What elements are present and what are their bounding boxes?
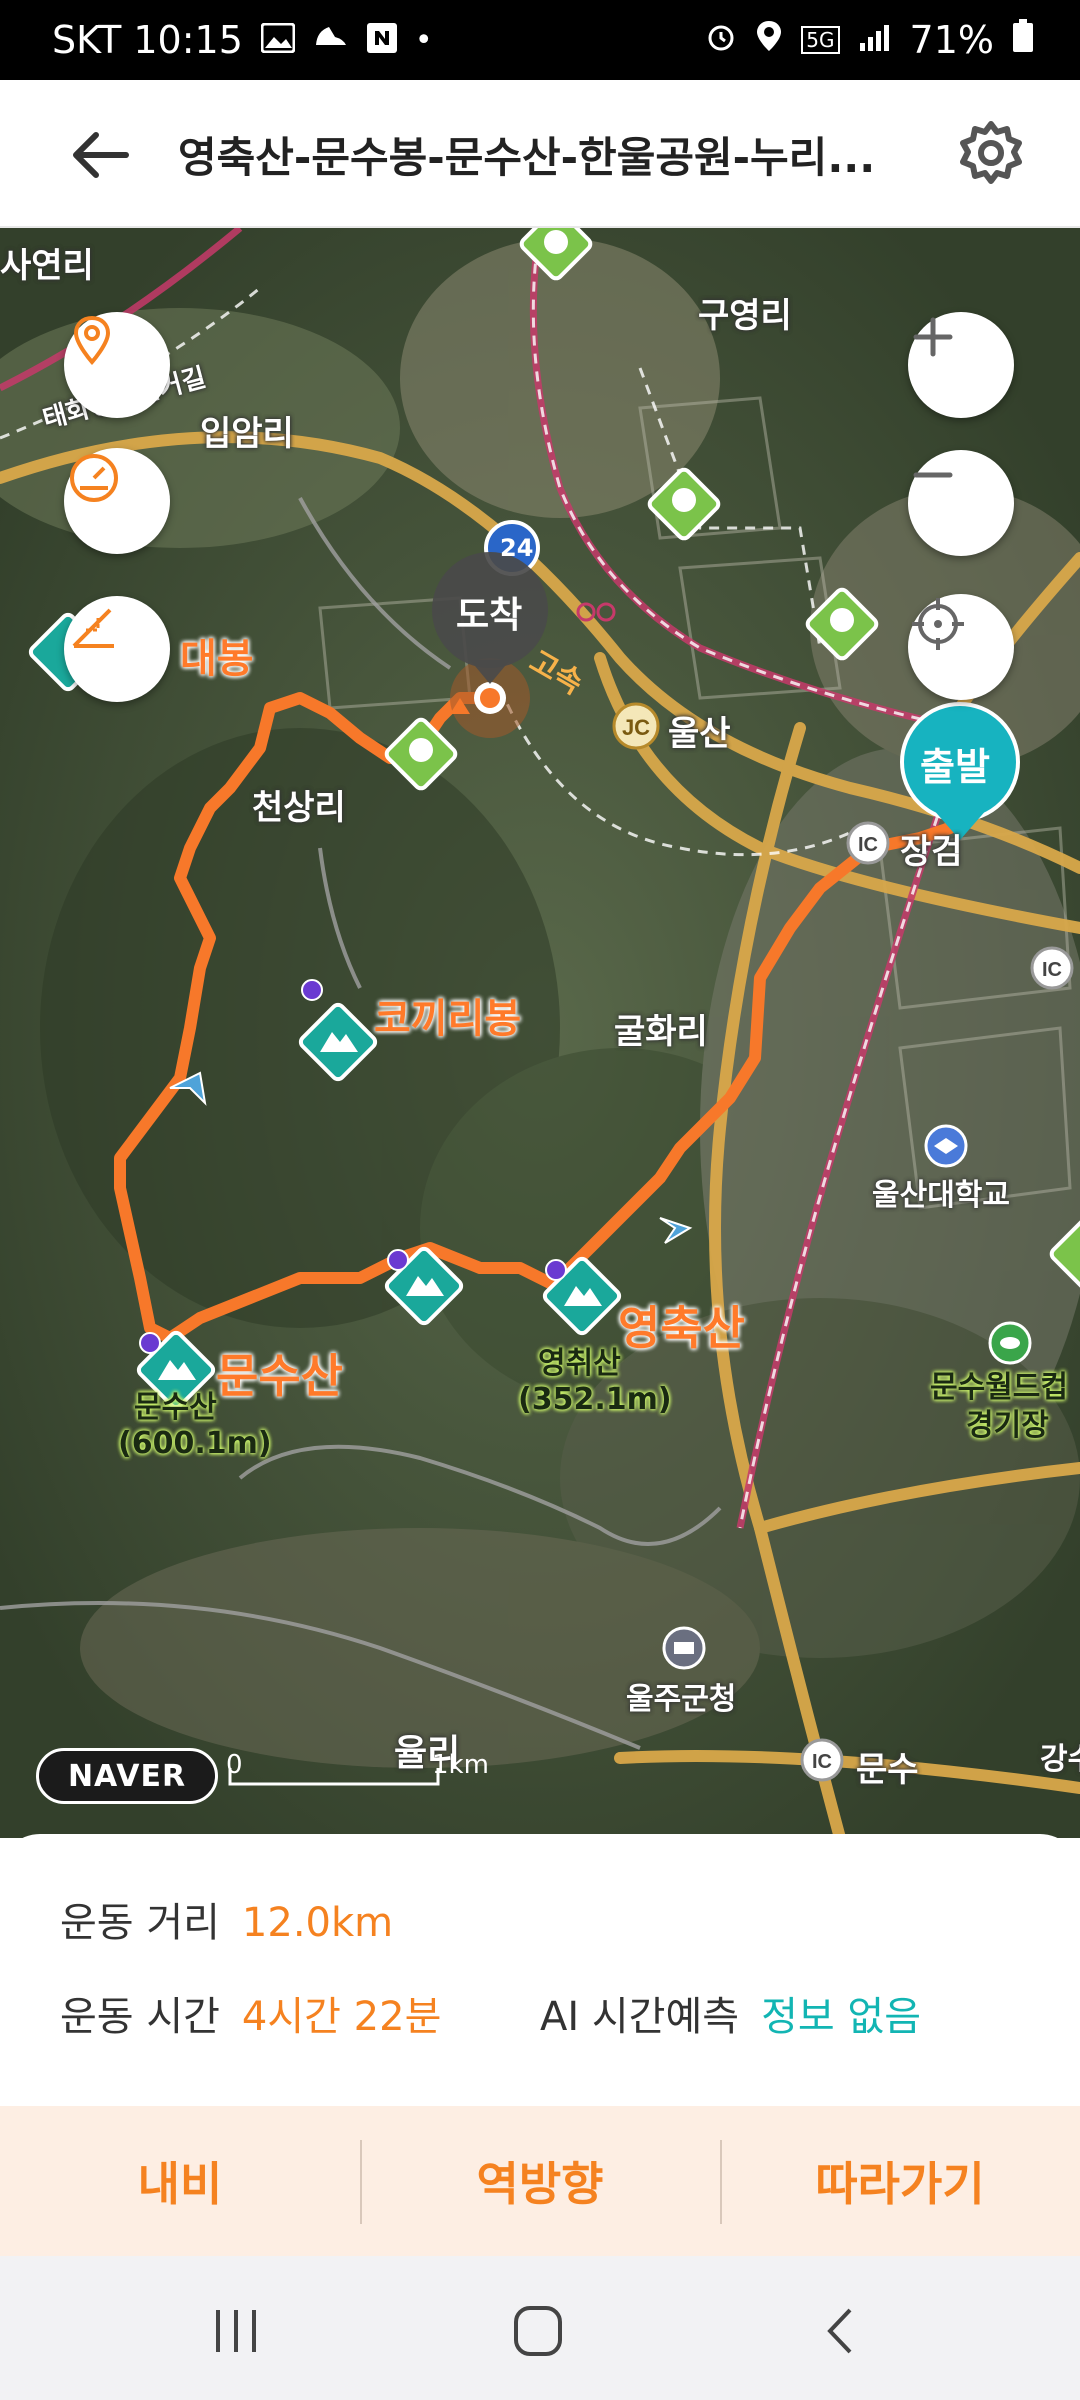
crosshair-icon (912, 598, 964, 650)
location-pin-button[interactable] (64, 312, 170, 418)
navi-button[interactable]: 내비 (0, 2106, 360, 2256)
peak-label: 문수산 (134, 1390, 217, 1425)
place-label: 경기장 (966, 1408, 1049, 1443)
naver-attribution: NAVER (36, 1748, 218, 1804)
back-arrow-icon (73, 132, 129, 178)
government-office-icon (662, 1626, 706, 1670)
place-label: 굴화리 (614, 1012, 708, 1052)
ai-prediction-row: AI 시간예측 정보 없음 (540, 1984, 921, 2042)
recent-apps-button[interactable] (206, 2306, 266, 2360)
highway-number: 24 (500, 534, 534, 562)
alarm-icon (705, 18, 737, 62)
naver-n-icon (366, 18, 397, 62)
speedometer-icon (70, 454, 118, 502)
action-bar: 내비 역방향 따라가기 (0, 2106, 1080, 2256)
zoom-out-button[interactable] (908, 450, 1014, 556)
system-back-button[interactable] (816, 2306, 866, 2360)
page-title: 영축산-문수봉-문수산-한울공원-누리... (178, 133, 876, 182)
time-label: 운동 시간 (60, 1994, 220, 2040)
battery-percent: 71% (909, 18, 994, 62)
distance-label: 운동 거리 (60, 1900, 220, 1946)
place-label: 입암리 (200, 414, 294, 454)
follow-button[interactable]: 따라가기 (720, 2106, 1080, 2256)
reverse-button[interactable]: 역방향 (360, 2106, 720, 2256)
carrier-time: SKT 10:15 (52, 18, 243, 62)
svg-text:JC: JC (622, 715, 650, 740)
system-nav-bar (0, 2256, 1080, 2400)
svg-text:IC: IC (1042, 959, 1062, 981)
ic-badge-icon: IC (800, 1738, 844, 1782)
recent-apps-icon (216, 2310, 256, 2352)
gallery-icon (260, 18, 296, 62)
place-label: 사연리 (0, 246, 94, 286)
svg-text:IC: IC (858, 834, 878, 856)
location-icon (755, 18, 783, 62)
time-row: 운동 시간 4시간 22분 (60, 1984, 441, 2042)
settings-button[interactable] (956, 118, 1026, 188)
departure-marker-label[interactable]: 출발 (920, 736, 990, 791)
plus-icon (913, 317, 953, 357)
peak-label: 문수산 (216, 1349, 343, 1403)
ic-badge-icon: IC (1030, 946, 1074, 990)
ic-badge-icon: IC (846, 821, 890, 865)
place-label: 울주군청 (626, 1682, 737, 1717)
peak-elevation: (600.1m) (118, 1426, 272, 1461)
route-map[interactable]: JC IC IC IC 사연리 구영리 입암리 태화강자전거 (0, 228, 1080, 1838)
place-label: 장검 (900, 832, 963, 872)
current-location-button[interactable] (908, 594, 1014, 700)
signal-icon (858, 18, 892, 62)
dot-icon: • (414, 22, 433, 58)
peak-label: 대봉 (180, 636, 254, 682)
svg-text:IC: IC (812, 1751, 832, 1773)
peak-elevation: (352.1m) (518, 1382, 672, 1417)
ai-label: AI 시간예측 (540, 1994, 740, 2040)
elevation-button[interactable] (64, 596, 170, 702)
minus-icon (913, 472, 953, 478)
ai-value: 정보 없음 (761, 1994, 921, 2040)
stats-panel: 운동 거리 12.0km 운동 시간 4시간 22분 AI 시간예측 정보 없음 (0, 1834, 1080, 2106)
divider (720, 2140, 722, 2224)
zoom-in-button[interactable] (908, 312, 1014, 418)
home-button[interactable] (508, 2306, 568, 2360)
divider (360, 2140, 362, 2224)
peak-label: 코끼리봉 (374, 996, 522, 1042)
peak-label: 영축산 (618, 1301, 745, 1355)
jc-badge-icon: JC (612, 702, 660, 750)
distance-row: 운동 거리 12.0km (60, 1890, 393, 1948)
place-label: 강수 (1040, 1742, 1080, 1777)
place-label: 천상리 (252, 788, 346, 828)
scale-zero: 0 (226, 1750, 243, 1780)
back-button[interactable] (66, 120, 136, 190)
place-label: 울산대학교 (872, 1178, 1010, 1213)
time-value: 4시간 22분 (241, 1994, 442, 2040)
elevation-slope-icon (72, 608, 114, 648)
place-label: 구영리 (698, 296, 792, 336)
status-bar: SKT 10:15 • 5G 71% (0, 0, 1080, 80)
peak-label: 영취산 (538, 1346, 621, 1381)
place-label: 울산 (668, 714, 731, 754)
map-pin-icon (73, 315, 111, 366)
network-5g-label: 5G (801, 26, 840, 54)
scale-distance: 1km (432, 1750, 489, 1780)
place-label: 문수 (856, 1750, 919, 1790)
battery-icon (1012, 18, 1034, 62)
distance-value: 12.0km (241, 1900, 394, 1946)
app-header: 영축산-문수봉-문수산-한울공원-누리... (0, 80, 1080, 228)
system-back-icon (827, 2308, 852, 2354)
arrival-marker-label[interactable]: 도착 (456, 586, 522, 638)
place-label: 문수월드컵 (930, 1370, 1068, 1405)
home-icon (514, 2306, 562, 2356)
gear-icon (960, 121, 1022, 184)
speedometer-button[interactable] (64, 448, 170, 554)
university-icon (924, 1124, 968, 1168)
stadium-icon (988, 1321, 1032, 1365)
shoe-icon (313, 18, 349, 62)
